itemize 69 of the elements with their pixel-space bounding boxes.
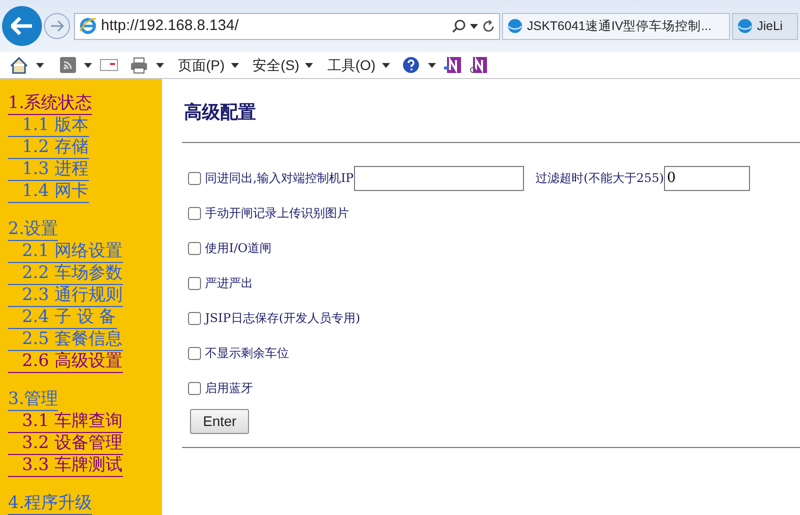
caret-icon[interactable]: [156, 62, 164, 68]
nav-link[interactable]: 2.4 子 设 备: [8, 307, 118, 329]
caret-icon: [382, 62, 390, 68]
feed-icon[interactable]: [60, 57, 76, 74]
globe-icon: [737, 18, 753, 34]
nav-link[interactable]: 2.3 通行规则: [8, 285, 124, 307]
nav-link[interactable]: 2.设置: [8, 219, 58, 241]
notebook-icon[interactable]: [470, 56, 488, 74]
nav-link[interactable]: 3.3 车牌测试: [8, 455, 124, 477]
menu-button[interactable]: 工具(O): [327, 54, 390, 76]
address-text: http://192.168.8.134/: [101, 16, 240, 36]
option-checkbox[interactable]: [188, 242, 201, 254]
option-label: 使用I/O道闸: [205, 240, 272, 257]
caret-icon[interactable]: [428, 62, 436, 68]
nav-link[interactable]: 3.2 设备管理: [8, 433, 124, 455]
mail-icon[interactable]: [100, 59, 118, 72]
nav-link[interactable]: 3.1 车牌查询: [8, 411, 124, 433]
page-title: 高级配置: [184, 101, 257, 125]
nav-link[interactable]: 1.1 版本: [8, 115, 90, 137]
nav-link[interactable]: 2.2 车场参数: [8, 263, 124, 285]
search-icon[interactable]: [452, 19, 466, 34]
refresh-icon[interactable]: [482, 20, 495, 33]
caret-icon[interactable]: [36, 62, 44, 68]
forward-button[interactable]: [44, 13, 70, 40]
option-checkbox[interactable]: [188, 382, 201, 394]
forward-arrow-icon: [50, 20, 64, 32]
option-checkbox[interactable]: [188, 172, 201, 184]
option-label: 启用蓝牙: [205, 380, 253, 397]
caret-icon: [305, 62, 314, 68]
nav-link[interactable]: 3.管理: [8, 389, 58, 411]
tab-title: JSKT6041速通IV型停车场控制...: [527, 18, 712, 35]
menu-button[interactable]: 页面(P): [178, 54, 239, 76]
option-label: 同进同出,输入对端控制机IP: [205, 170, 354, 187]
nav-link[interactable]: 1.3 进程: [8, 159, 90, 181]
browser-logo-icon: [79, 17, 97, 36]
option-label: 严进严出: [205, 275, 253, 292]
home-icon[interactable]: [10, 56, 28, 74]
option-label: 手动开闸记录上传识别图片: [205, 205, 349, 222]
text-field[interactable]: [354, 166, 524, 190]
option-checkbox[interactable]: [188, 346, 201, 360]
text-field[interactable]: 0: [664, 166, 750, 190]
option-checkbox[interactable]: [188, 276, 201, 290]
nav-link[interactable]: 2.6 高级设置: [8, 351, 124, 373]
option-label: JSIP日志保存(开发人员专用): [205, 310, 360, 327]
nav-link[interactable]: 4.程序升级: [8, 493, 92, 515]
enter-button[interactable]: Enter: [190, 409, 250, 434]
menu-button[interactable]: 安全(S): [252, 54, 314, 76]
back-arrow-icon: [11, 17, 33, 36]
help-icon[interactable]: [402, 56, 420, 74]
browser-tab[interactable]: JieLi: [732, 12, 798, 40]
caret-icon[interactable]: [470, 24, 478, 29]
nav-link[interactable]: 1.系统状态: [8, 93, 92, 115]
globe-icon: [507, 18, 523, 34]
caret-icon: [230, 62, 239, 68]
nav-link[interactable]: 1.2 存储: [8, 137, 90, 159]
option-label: 不显示剩余车位: [205, 345, 289, 362]
caret-icon[interactable]: [84, 62, 92, 68]
address-bar[interactable]: http://192.168.8.134/: [74, 12, 500, 40]
option-checkbox[interactable]: [188, 312, 201, 324]
option-checkbox[interactable]: [188, 206, 201, 220]
nav-link[interactable]: 2.5 套餐信息: [8, 329, 124, 351]
nav-link[interactable]: 2.1 网络设置: [8, 241, 124, 263]
notebook-icon[interactable]: [444, 56, 462, 74]
browser-tab[interactable]: JSKT6041速通IV型停车场控制...: [502, 12, 730, 40]
tab-title: JieLi: [757, 18, 783, 35]
nav-link[interactable]: 1.4 网卡: [8, 181, 90, 203]
printer-icon[interactable]: [130, 56, 148, 74]
back-button[interactable]: [2, 6, 42, 46]
field-label: 过滤超时(不能大于255): [536, 170, 664, 187]
